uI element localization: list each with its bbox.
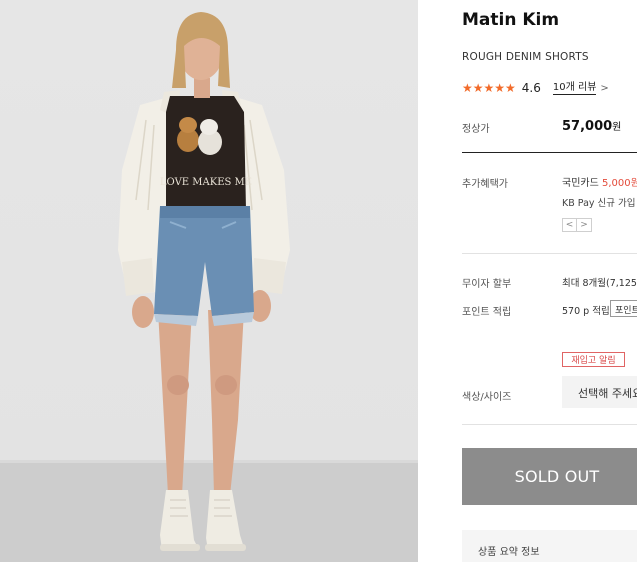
product-photo: LOVE MAKES ME — [0, 0, 418, 562]
card-benefit-text: 국민카드 5,000원 — [562, 174, 637, 189]
divider — [462, 424, 637, 425]
points-value: 570 p 적립 — [562, 306, 610, 317]
kbpay-benefit-text: KB Pay 신규 가입 시 — [562, 198, 637, 209]
points-info-button[interactable]: 포인트 — [610, 300, 637, 317]
chevron-left-icon[interactable]: < — [562, 218, 577, 232]
price-label: 정상가 — [462, 124, 490, 135]
rating-value: 4.6 — [521, 81, 541, 95]
divider — [462, 152, 637, 153]
benefit-label: 추가혜택가 — [462, 179, 508, 190]
rating-stars-icon: ★★★★★ — [462, 81, 516, 95]
price-amount: 57,000 — [562, 119, 613, 134]
product-summary-toggle[interactable]: 상품 요약 정보 — [462, 530, 637, 562]
points-label: 포인트 적립 — [462, 307, 512, 318]
option-select[interactable]: 선택해 주세요 — [562, 376, 637, 408]
card-benefit-amount: 5,000원 — [601, 178, 637, 189]
benefit-pager: < > — [562, 218, 592, 232]
installment-label: 무이자 할부 — [462, 279, 512, 290]
product-info-panel: Matin Kim ROUGH DENIM SHORTS ★★★★★ 4.6 1… — [418, 0, 637, 562]
rating-row: ★★★★★ 4.6 10개 리뷰 > — [462, 80, 609, 96]
option-label: 색상/사이즈 — [462, 392, 512, 403]
chevron-right-icon[interactable]: > — [600, 83, 608, 94]
divider — [462, 253, 637, 254]
price-value: 57,000원 — [562, 118, 621, 134]
price-unit: 원 — [612, 122, 622, 133]
chevron-right-icon[interactable]: > — [577, 218, 592, 232]
shirt-print-text: LOVE MAKES ME — [160, 177, 252, 188]
review-count-link[interactable]: 10개 리뷰 — [552, 82, 597, 95]
card-benefit-prefix: 국민카드 — [562, 178, 602, 189]
product-summary-label: 상품 요약 정보 — [478, 547, 540, 558]
brand-name[interactable]: Matin Kim — [462, 10, 559, 30]
model-illustration: LOVE MAKES ME — [0, 12, 418, 562]
restock-alert-button[interactable]: 재입고 알림 — [562, 352, 625, 367]
sold-out-button[interactable]: SOLD OUT — [462, 448, 637, 505]
product-title: ROUGH DENIM SHORTS — [462, 51, 589, 63]
installment-value: 최대 8개월(7,125 — [562, 278, 637, 289]
